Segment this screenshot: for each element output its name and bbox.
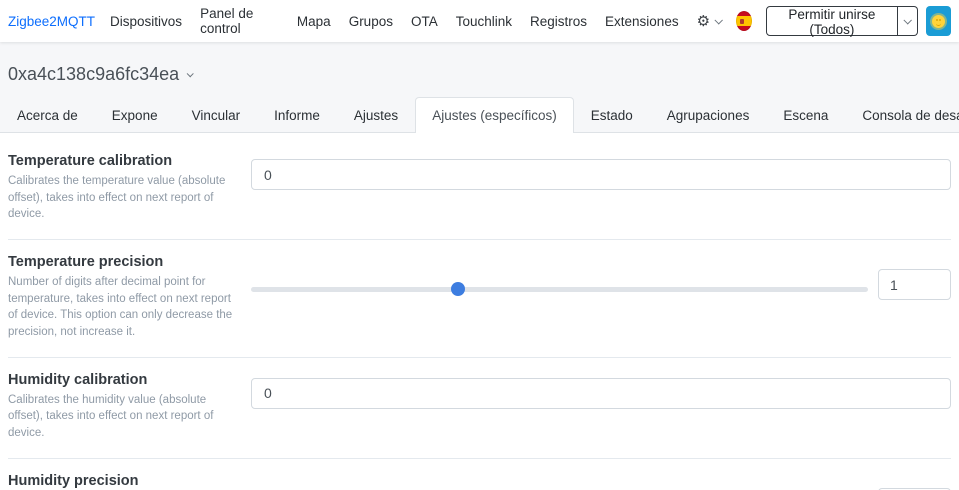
permit-join-button[interactable]: Permitir unirse (Todos) (766, 6, 897, 36)
setting-row-humidity-calibration: Humidity calibration Calibrates the humi… (8, 358, 951, 459)
slider-thumb[interactable] (451, 282, 465, 296)
sun-icon (932, 15, 945, 28)
tab-bind[interactable]: Vincular (175, 97, 258, 133)
nav-item-extensions[interactable]: Extensiones (596, 14, 688, 29)
tab-about[interactable]: Acerca de (0, 97, 95, 133)
nav-item-map[interactable]: Mapa (288, 14, 340, 29)
setting-row-temperature-calibration: Temperature calibration Calibrates the t… (8, 139, 951, 240)
setting-description: Calibrates the humidity value (absolute … (8, 392, 241, 442)
temperature-precision-slider[interactable] (251, 287, 868, 292)
humidity-calibration-input[interactable] (251, 378, 951, 409)
tab-settings[interactable]: Ajustes (337, 97, 415, 133)
setting-row-humidity-precision: Humidity precision Number of digits afte… (8, 459, 951, 490)
setting-description: Calibrates the temperature value (absolu… (8, 173, 241, 223)
temperature-calibration-input[interactable] (251, 159, 951, 190)
theme-toggle-button[interactable] (926, 6, 951, 36)
device-tabs: Acerca de Expone Vincular Informe Ajuste… (0, 97, 959, 133)
tab-settings-specific[interactable]: Ajustes (específicos) (415, 97, 574, 133)
nav-item-logs[interactable]: Registros (521, 14, 596, 29)
permit-join-dropdown-toggle[interactable] (898, 6, 918, 36)
chevron-down-icon[interactable] (187, 70, 194, 77)
setting-title: Humidity precision (8, 473, 241, 489)
nav-item-ota[interactable]: OTA (402, 14, 447, 29)
gear-icon: ⚙ (697, 14, 710, 29)
tab-clusters[interactable]: Agrupaciones (650, 97, 767, 133)
setting-row-temperature-precision: Temperature precision Number of digits a… (8, 240, 951, 358)
permit-join-split-button: Permitir unirse (Todos) (766, 6, 918, 36)
chevron-down-icon (904, 16, 912, 24)
nav-item-devices[interactable]: Dispositivos (101, 14, 191, 29)
tab-state[interactable]: Estado (574, 97, 650, 133)
setting-description: Number of digits after decimal point for… (8, 274, 241, 341)
tab-exposes[interactable]: Expone (95, 97, 175, 133)
nav-item-groups[interactable]: Grupos (340, 14, 402, 29)
setting-title: Temperature calibration (8, 153, 241, 169)
chevron-down-icon (714, 16, 722, 24)
tab-scene[interactable]: Escena (766, 97, 845, 133)
settings-specific-panel: Temperature calibration Calibrates the t… (0, 133, 959, 490)
setting-title: Temperature precision (8, 254, 241, 270)
temperature-precision-input[interactable] (878, 269, 951, 300)
spain-flag-icon[interactable] (736, 11, 752, 31)
top-navbar: Zigbee2MQTT Dispositivos Panel de contro… (0, 0, 959, 42)
nav-item-dashboard[interactable]: Panel de control (191, 6, 288, 36)
brand-link[interactable]: Zigbee2MQTT (8, 14, 95, 29)
nav-item-touchlink[interactable]: Touchlink (447, 14, 521, 29)
tab-dev-console[interactable]: Consola de desarrollo (845, 97, 959, 133)
settings-menu[interactable]: ⚙ (688, 14, 730, 29)
setting-title: Humidity calibration (8, 372, 241, 388)
device-page-header: 0xa4c138c9a6fc34ea Acerca de Expone Vinc… (0, 42, 959, 133)
page-title: 0xa4c138c9a6fc34ea (8, 64, 179, 85)
tab-reporting[interactable]: Informe (257, 97, 337, 133)
